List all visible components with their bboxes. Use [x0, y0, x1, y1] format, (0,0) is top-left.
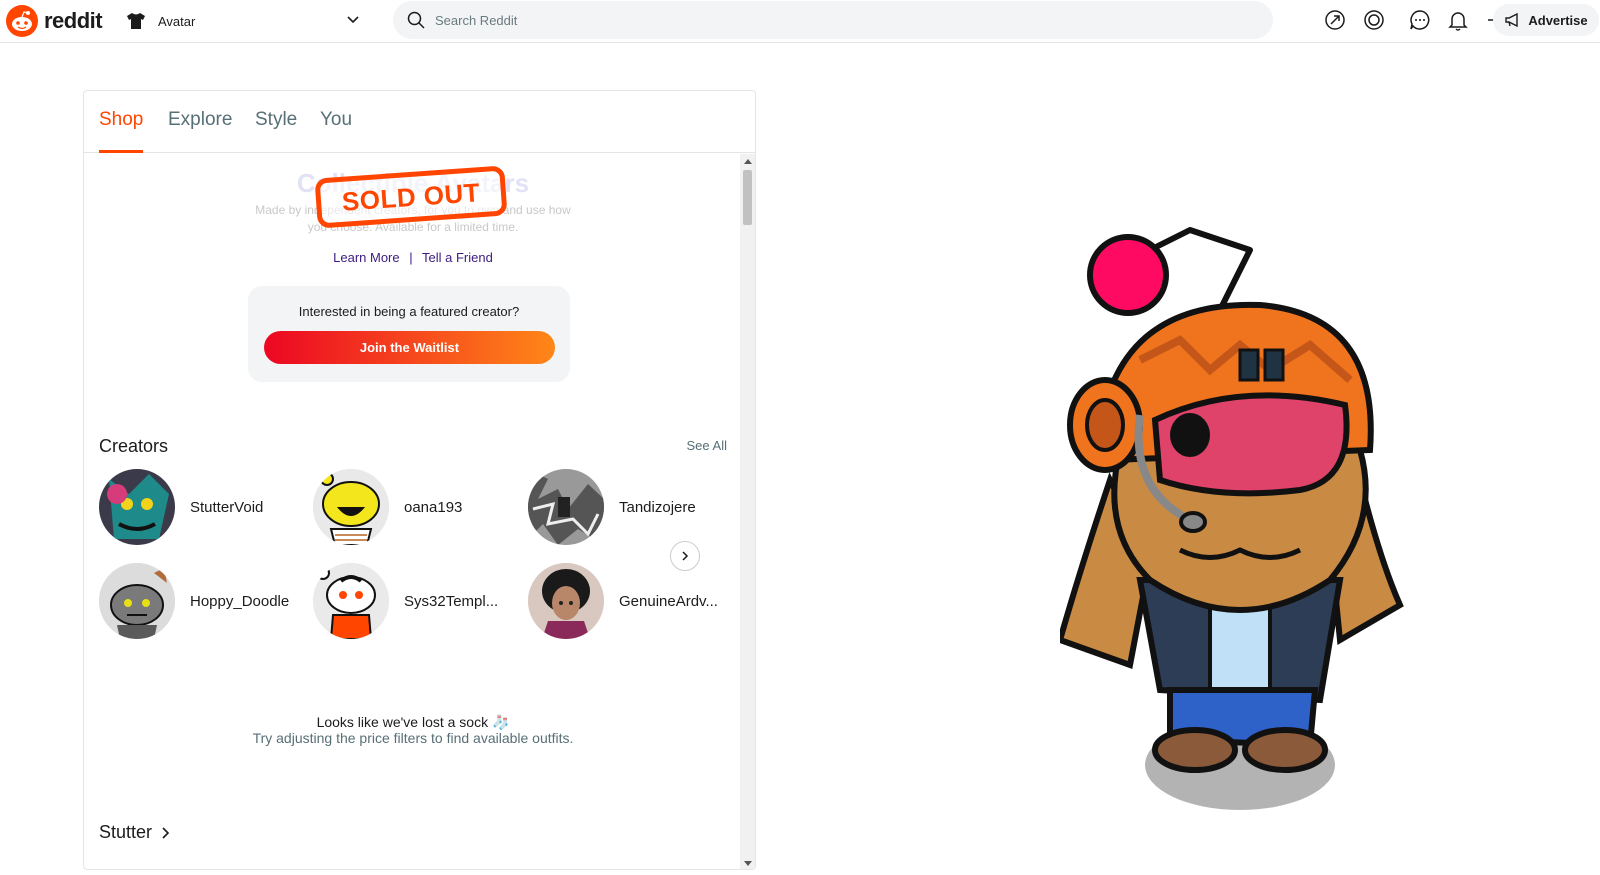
- creators-heading: Creators: [99, 436, 169, 456]
- popular-arrow-icon[interactable]: [1323, 8, 1347, 32]
- avatar-preview-image: [1060, 227, 1404, 810]
- avatar-shop-panel: Shop Explore Style You Collectible Avata…: [83, 90, 756, 870]
- megaphone-icon: [1505, 12, 1519, 28]
- creator-name: StutterVoid: [190, 498, 264, 516]
- search-icon: [407, 11, 425, 29]
- scroll-thumb[interactable]: [743, 170, 752, 225]
- scroll-up-arrow[interactable]: [744, 159, 752, 164]
- creator-avatar: [313, 563, 389, 639]
- creators-next-button[interactable]: [670, 541, 700, 571]
- tab-shop[interactable]: Shop: [99, 109, 144, 153]
- creator-name: oana193: [404, 498, 463, 516]
- search-input[interactable]: [435, 12, 1235, 28]
- creator-item[interactable]: Sys32Templ...: [313, 563, 524, 639]
- hero-links: Learn More | Tell a Friend: [84, 250, 742, 265]
- tab-explore[interactable]: Explore: [168, 109, 232, 153]
- empty-state-title: Looks like we've lost a sock 🧦: [316, 714, 510, 730]
- logo-text: reddit: [44, 8, 103, 33]
- stutter-section-link[interactable]: Stutter: [99, 822, 172, 843]
- advertise-label: Advertise: [1528, 12, 1588, 28]
- link-separator: |: [409, 250, 413, 265]
- join-waitlist-button[interactable]: Join the Waitlist: [264, 331, 555, 364]
- search-bar[interactable]: [393, 1, 1273, 39]
- community-selector[interactable]: Avatar: [126, 8, 370, 34]
- waitlist-card: Interested in being a featured creator? …: [248, 286, 570, 382]
- chat-icon[interactable]: [1408, 8, 1432, 32]
- tab-style[interactable]: Style: [255, 109, 297, 153]
- scroll-down-arrow[interactable]: [744, 861, 752, 866]
- panel-scrollbar[interactable]: [740, 154, 755, 869]
- waitlist-prompt: Interested in being a featured creator?: [298, 304, 520, 319]
- chevron-down-icon: [347, 16, 359, 24]
- empty-state-hint: Try adjusting the price filters to find …: [252, 730, 574, 746]
- creator-item[interactable]: StutterVoid: [99, 469, 310, 545]
- chevron-right-icon: [682, 551, 689, 561]
- creator-avatar: [99, 469, 175, 545]
- chevron-right-icon: [162, 826, 170, 839]
- coins-icon[interactable]: [1362, 8, 1386, 32]
- creator-name: Hoppy_Doodle: [190, 592, 290, 610]
- tell-a-friend-link[interactable]: Tell a Friend: [422, 250, 493, 265]
- creator-name: Sys32Templ...: [404, 592, 499, 610]
- creator-avatar: [528, 563, 604, 639]
- learn-more-link[interactable]: Learn More: [333, 250, 399, 265]
- section-title: Stutter: [99, 822, 153, 842]
- reddit-logo[interactable]: reddit: [6, 4, 103, 38]
- creator-item[interactable]: oana193: [313, 469, 524, 545]
- notification-bell-icon[interactable]: [1446, 8, 1470, 32]
- reddit-snoo-icon: [6, 5, 38, 37]
- advertise-button[interactable]: Advertise: [1493, 4, 1599, 36]
- tab-bar: Shop Explore Style You: [84, 91, 755, 153]
- creator-name: GenuineArdv...: [619, 592, 718, 610]
- top-header: reddit Avatar Advertise: [0, 0, 1600, 43]
- tshirt-icon: [127, 13, 145, 29]
- community-label: Avatar: [158, 13, 196, 29]
- creator-name: Tandizojere: [619, 498, 696, 516]
- creator-item[interactable]: Tandizojere: [528, 469, 739, 545]
- creator-avatar: [99, 563, 175, 639]
- creator-avatar: [313, 469, 389, 545]
- shop-content[interactable]: Collectible Avatars Made by independent …: [84, 154, 742, 869]
- creator-item[interactable]: GenuineArdv...: [528, 563, 739, 639]
- see-all-link[interactable]: See All: [687, 438, 727, 453]
- tab-you[interactable]: You: [320, 109, 352, 153]
- creator-item[interactable]: Hoppy_Doodle: [99, 563, 310, 639]
- creator-avatar: [528, 469, 604, 545]
